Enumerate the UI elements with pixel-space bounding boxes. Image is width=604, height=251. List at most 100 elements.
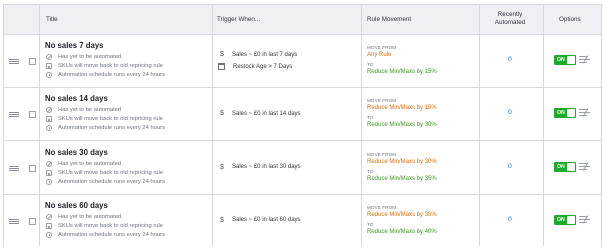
- header-trigger: Trigger When...: [217, 16, 261, 23]
- rule-toggle[interactable]: ON: [554, 55, 576, 65]
- trigger-restock-text: Restock Age > 7 Days: [233, 63, 293, 70]
- drag-handle-icon[interactable]: [9, 218, 19, 225]
- schedule-info: Automation schedule runs every 24 hours: [46, 178, 165, 185]
- automation-status: Has yet to be automated: [46, 213, 122, 220]
- edit-list-icon[interactable]: [579, 108, 591, 118]
- dollar-icon: $: [220, 110, 224, 118]
- row-checkbox[interactable]: [29, 217, 36, 225]
- rule-title[interactable]: No sales 7 days: [45, 41, 104, 50]
- document-icon: [46, 116, 52, 123]
- ban-icon: [46, 213, 52, 220]
- move-from-value: Reduce Min/Maxs by 30%: [367, 158, 437, 165]
- rule-row: No sales 60 days Has yet to be automated…: [4, 194, 601, 248]
- rule-title[interactable]: No sales 30 days: [45, 148, 108, 157]
- toggle-label: ON: [557, 163, 565, 170]
- revert-info-text: SKUs will move back to old repricing rul…: [58, 222, 164, 229]
- header-recent: Recently Automated: [494, 11, 526, 26]
- schedule-info: Automation schedule runs every 24 hours: [46, 125, 165, 132]
- dollar-icon: $: [220, 216, 224, 224]
- recently-automated-count[interactable]: 0: [508, 56, 512, 63]
- move-from-value: Reduce Min/Maxs by 15%: [367, 105, 437, 112]
- automation-status: Has yet to be automated: [46, 160, 121, 167]
- revert-info-text: SKUs will move back to old repricing rul…: [58, 169, 164, 176]
- ban-icon: [46, 54, 52, 60]
- trigger-sales: $ Sales ~ £0 in last 60 days: [217, 217, 301, 224]
- move-from-value: Reduce Min/Maxs by 35%: [367, 211, 437, 218]
- recently-automated-count[interactable]: 0: [508, 163, 512, 170]
- move-to-value: Reduce Min/Maxs by 15%: [367, 69, 437, 75]
- clock-icon: [46, 178, 52, 185]
- move-to-value: Reduce Min/Maxs by 40%: [367, 228, 437, 235]
- rule-toggle[interactable]: ON: [554, 161, 576, 172]
- move-to-value: Reduce Min/Maxs by 30%: [367, 122, 437, 129]
- move-to-label: TO: [367, 115, 374, 121]
- automation-status-text: Has yet to be automated: [58, 54, 122, 60]
- recently-automated-count[interactable]: 0: [508, 216, 512, 223]
- schedule-info-text: Automation schedule runs every 24 hours: [58, 231, 165, 238]
- recently-automated-count[interactable]: 0: [508, 109, 512, 116]
- document-icon: [46, 222, 52, 229]
- move-to-label: TO: [367, 168, 374, 174]
- drag-handle-icon[interactable]: [9, 112, 19, 118]
- move-to-label: TO: [367, 62, 374, 67]
- trigger-sales: $ Sales ~ £0 in last 7 days: [217, 51, 297, 58]
- clock-icon: [46, 72, 52, 78]
- rule-row: No sales 7 days Has yet to be automated …: [4, 35, 601, 88]
- move-from-label: MOVE FROM: [367, 98, 397, 104]
- revert-info-text: SKUs will move back to old repricing rul…: [58, 116, 164, 123]
- revert-info: SKUs will move back to old repricing rul…: [46, 116, 164, 123]
- toggle-label: ON: [557, 110, 565, 117]
- schedule-info-text: Automation schedule runs every 24 hours: [58, 72, 165, 78]
- move-to-value: Reduce Min/Maxs by 35%: [367, 175, 437, 182]
- move-from-label: MOVE FROM: [367, 151, 397, 157]
- schedule-info-text: Automation schedule runs every 24 hours: [58, 125, 165, 132]
- trigger-sales: $ Sales ~ £0 in last 30 days: [217, 164, 301, 171]
- rule-row: No sales 14 days Has yet to be automated…: [4, 88, 601, 142]
- trigger-sales-text: Sales ~ £0 in last 60 days: [232, 217, 301, 224]
- row-checkbox[interactable]: [29, 111, 36, 119]
- toggle-label: ON: [557, 57, 565, 63]
- rule-title[interactable]: No sales 14 days: [45, 94, 108, 103]
- clock-icon: [46, 125, 52, 132]
- automation-status-text: Has yet to be automated: [58, 213, 122, 220]
- trigger-sales-text: Sales ~ £0 in last 30 days: [232, 164, 301, 170]
- rule-toggle[interactable]: ON: [554, 108, 576, 119]
- trigger-sales-text: Sales ~ £0 in last 7 days: [232, 51, 298, 58]
- trigger-sales: $ Sales ~ £0 in last 14 days: [217, 110, 301, 117]
- automation-rules-table: Title Trigger When... Rule Movement Rece…: [3, 4, 602, 248]
- revert-info: SKUs will move back to old repricing rul…: [46, 63, 163, 69]
- move-from-label: MOVE FROM: [367, 204, 397, 210]
- document-icon: [46, 63, 52, 69]
- toggle-label: ON: [557, 216, 565, 223]
- rule-toggle[interactable]: ON: [554, 214, 576, 225]
- edit-list-icon[interactable]: [579, 161, 591, 172]
- automation-status: Has yet to be automated: [46, 54, 121, 60]
- table-header: Title Trigger When... Rule Movement Rece…: [4, 5, 601, 35]
- ban-icon: [46, 107, 52, 114]
- row-checkbox[interactable]: [29, 164, 36, 172]
- document-icon: [46, 169, 52, 176]
- move-to-label: TO: [367, 221, 374, 227]
- automation-status-text: Has yet to be automated: [58, 107, 122, 114]
- dollar-icon: $: [220, 163, 224, 171]
- calendar-icon: [218, 63, 225, 70]
- header-title: Title: [46, 16, 58, 23]
- header-options: Options: [559, 16, 581, 23]
- revert-info: SKUs will move back to old repricing rul…: [46, 222, 164, 229]
- move-from-value: Any Rule: [367, 52, 392, 58]
- ban-icon: [46, 160, 52, 167]
- move-from-label: MOVE FROM: [367, 45, 397, 50]
- row-checkbox[interactable]: [29, 58, 36, 65]
- trigger-restock: Restock Age > 7 Days: [217, 63, 292, 70]
- schedule-info-text: Automation schedule runs every 24 hours: [58, 178, 165, 185]
- schedule-info: Automation schedule runs every 24 hours: [46, 231, 165, 238]
- schedule-info: Automation schedule runs every 24 hours: [46, 72, 165, 78]
- rule-row: No sales 30 days Has yet to be automated…: [4, 141, 601, 195]
- drag-handle-icon[interactable]: [9, 165, 19, 172]
- edit-list-icon[interactable]: [579, 55, 591, 65]
- drag-handle-icon[interactable]: [9, 59, 19, 65]
- edit-list-icon[interactable]: [579, 215, 591, 225]
- rule-title[interactable]: No sales 60 days: [45, 201, 108, 210]
- trigger-sales-text: Sales ~ £0 in last 14 days: [232, 110, 301, 117]
- clock-icon: [46, 231, 52, 238]
